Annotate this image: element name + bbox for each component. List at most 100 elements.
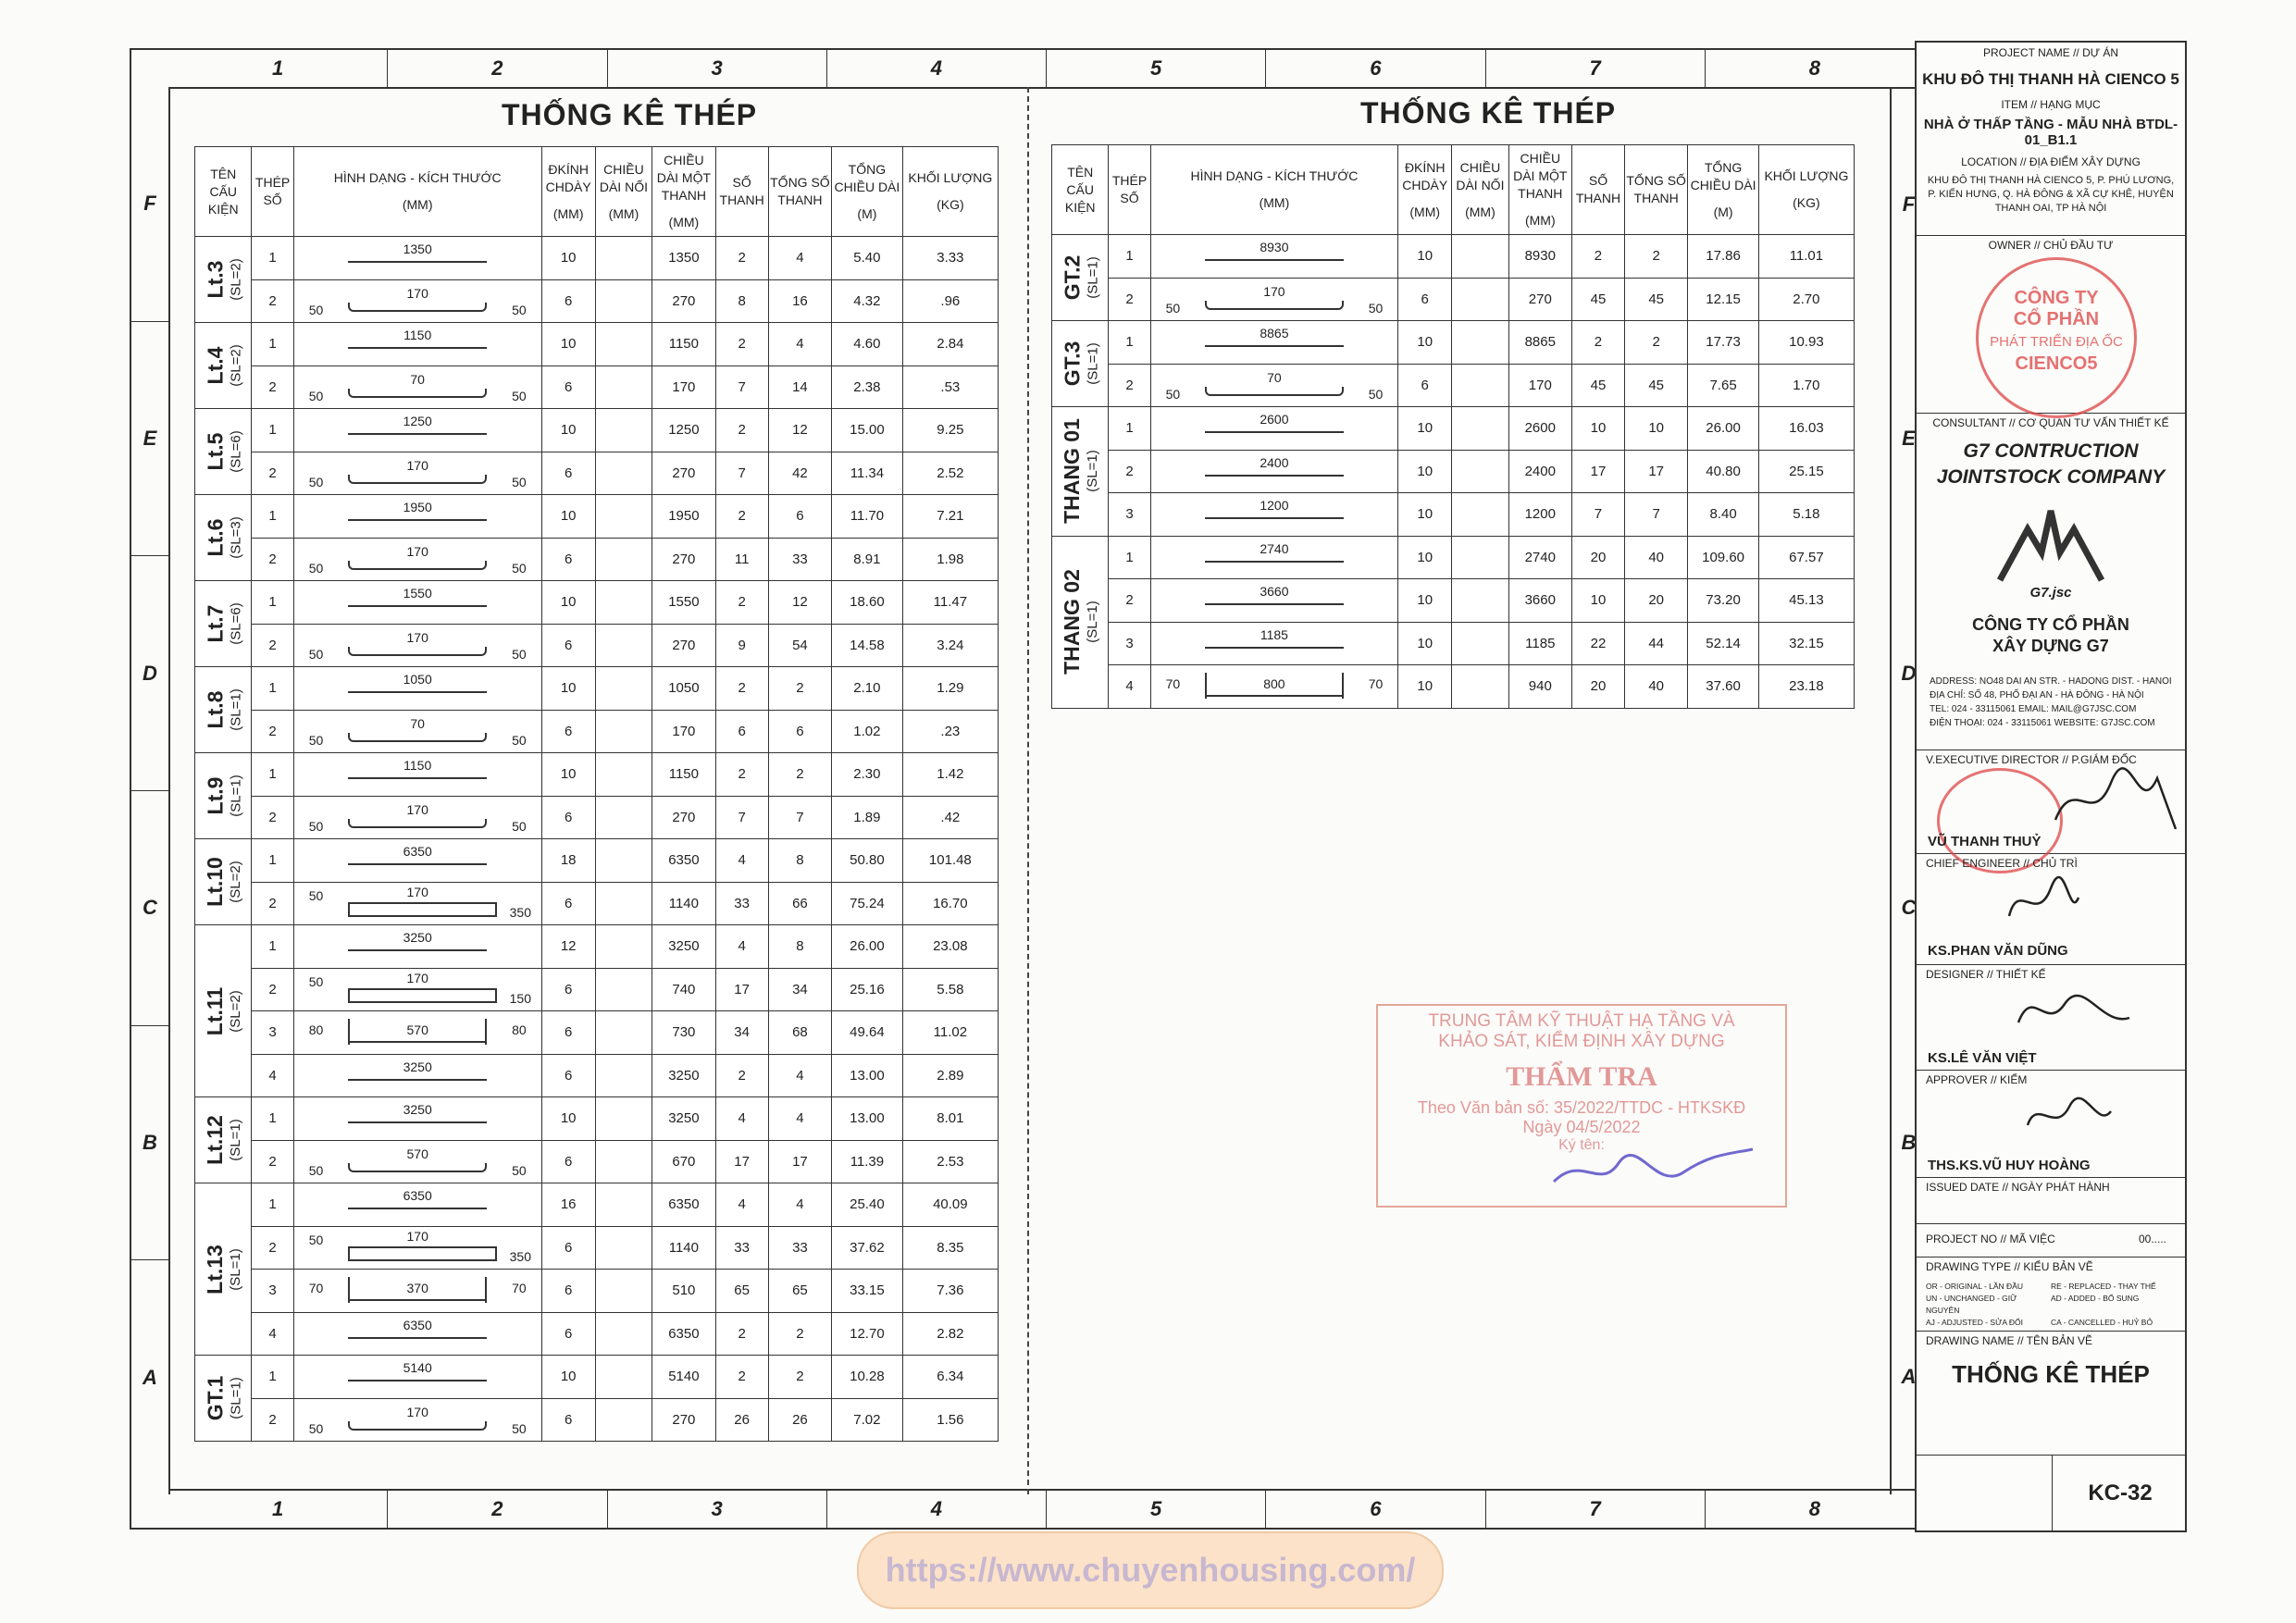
bar-no: 3 [1108,492,1151,537]
member-quantity: (SL=1) [228,688,244,731]
total-length: 12.70 [831,1311,903,1356]
address-line: TEL: 024 - 33115061 EMAIL: MAIL@G7JSC.CO… [1930,704,2137,714]
weight: .53 [901,365,999,409]
dimension-label: 8930 [1260,240,1289,254]
bar-line-icon [348,1208,487,1209]
dimension-label: 50 [1368,386,1384,402]
col-label-6: 6 [1266,1491,1486,1528]
total-count: 40 [1623,535,1689,579]
bar-count: 10 [1570,406,1625,451]
count-header: SỐ THANH [714,146,769,237]
bar-count: 2 [714,494,769,539]
table-row: 2 50 170 50 6 270 9 54 14.58 3.24 [195,623,999,667]
dimension-label: 1150 [403,758,432,773]
weight: 7.21 [901,494,999,539]
lap-length [594,795,653,839]
col-label-3: 3 [608,1491,827,1528]
table-row: Lt.4 (SL=2) 1 1150 10 1150 2 4 4.60 2.84 [193,322,999,409]
review-stamp-line2: KHẢO SÁT, KIỂM ĐỊNH XÂY DỰNG [1438,1032,1725,1051]
bar-shape: 50 170 50 [1151,279,1398,321]
member-name: Lt.9 [203,776,228,815]
dimension-label: 50 [512,732,527,748]
bar-shape: 6350 [294,1183,541,1226]
total-count: 34 [767,967,833,1011]
lap-length [594,1269,653,1313]
hooked-bar-icon [1205,300,1344,310]
location: KHU ĐÔ THỊ THANH HÀ CIENCO 5, P. PHÚ LƯƠ… [1927,175,2175,214]
bar-line-icon [1205,646,1344,649]
total-length: 5.40 [831,236,903,280]
bar-shape: 3250 [294,1097,541,1140]
bar-shape: 50 170 350 [294,1227,541,1270]
table-row: 2 50 70 50 6 170 45 45 7.65 1.70 [1052,363,1855,407]
dimension-label: 1250 [403,414,432,428]
col-label-8: 8 [1808,56,1820,80]
dimension-label: 1350 [403,242,432,256]
member-cell: GT.2 (SL=1) [1050,234,1110,321]
lap-length [594,924,653,969]
bar-length: 740 [652,967,716,1011]
header-text: (KG) [1793,195,1820,210]
bar-shape: 1185 [1151,623,1398,665]
shape-cell: 50 170 50 [292,537,542,581]
bar-line-icon [348,433,487,435]
bar-length: 8930 [1508,234,1572,279]
total-count: 7 [1623,492,1689,537]
bar-line-icon [1205,695,1344,697]
shape-cell: 1250 [292,408,542,452]
bar-line-icon [1205,560,1344,563]
shape-header: HÌNH DẠNG - KÍCH THƯỚC (MM) [1149,144,1399,235]
total-length: 33.15 [831,1269,903,1313]
designer-signature-icon [2017,994,2130,1023]
dimension-label: 50 [1165,386,1181,402]
total-count: 16 [767,279,833,323]
hooked-bar-icon [1205,386,1344,396]
total-count: 26 [767,1397,833,1442]
total-count: 17 [767,1139,833,1183]
shape-cell: 50 170 150 [292,967,542,1011]
diameter: 6 [540,1269,596,1313]
total-count: 8 [767,838,833,883]
bar-no: 2 [251,623,294,667]
diameter: 10 [540,408,596,452]
col-label-2: 2 [388,1491,608,1528]
total-count: 2 [767,1311,833,1356]
bar-no: 1 [251,838,294,883]
director-name: VŨ THANH THUỶ [1928,834,2042,849]
dimension-label: 50 [308,388,324,403]
weight: 16.70 [901,881,999,925]
bar-length: 270 [652,537,716,581]
chief-name: KS.PHAN VĂN DŨNG [1928,943,2068,959]
dimension-label: 170 [406,629,428,645]
header-row: TÊN CẤU KIỆN THÉP SỐ HÌNH DẠNG - KÍCH THƯỚ… [193,146,999,237]
bar-shape: 1150 [294,323,541,365]
total-count: 44 [1623,621,1689,665]
total-length: 11.39 [831,1139,903,1183]
bar-length: 1550 [652,580,716,625]
bar-no: 1 [251,752,294,797]
stirrup-icon [348,901,497,917]
bar-count: 7 [714,365,769,409]
dimension-label: 50 [308,1162,324,1178]
shape-cell: 50 570 50 [292,1139,542,1183]
table-row: Lt.9 (SL=1) 1 1150 10 1150 2 2 2.30 1.42 [193,752,999,839]
total-length: 12.15 [1687,277,1759,321]
dimension-label: 1200 [1260,498,1289,513]
row-label-a: A [143,1365,157,1389]
row-label-c: C [131,791,168,1026]
bar-no: 1 [1108,535,1151,579]
weight: 1.29 [901,666,999,711]
column-ruler-bottom: 1234567 8 [168,1489,1924,1528]
total-length: 1.89 [831,795,903,839]
bar-length: 170 [652,709,716,753]
bar-length: 270 [1508,277,1572,321]
bar-shape: 80 570 80 [294,1011,541,1054]
diameter: 6 [540,623,596,667]
shape-cell: 1150 [292,752,542,797]
diameter: 10 [1397,320,1453,365]
weight: 32.15 [1757,621,1855,665]
owner-section: OWNER // CHỦ ĐẦU TƯ CÔNG TY CỔ PHẦN PHÁT… [1917,235,2185,418]
bar-count: 7 [714,795,769,839]
bar-shape: 3250 [294,1055,541,1097]
hooked-bar-icon [348,1162,487,1172]
